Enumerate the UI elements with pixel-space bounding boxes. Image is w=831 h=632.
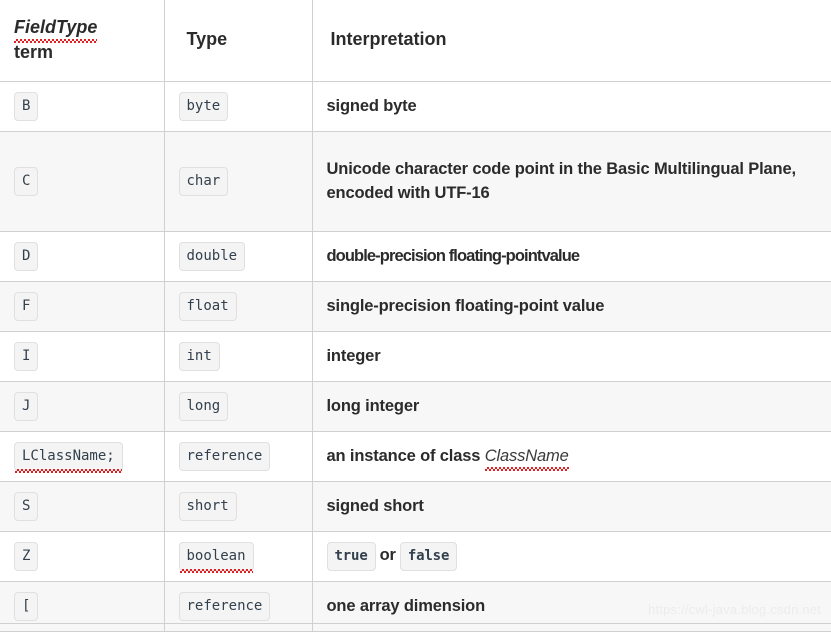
cell-type: boolean (164, 531, 312, 581)
interpretation-text: long integer (327, 397, 420, 415)
fieldtype-term-code: LClassName; (14, 442, 123, 471)
interpretation-conjunction: or (376, 546, 400, 564)
interpretation-prefix: an instance of class (327, 447, 485, 465)
cell-interpretation: integer (312, 331, 831, 381)
table-body: Bbyte signed byte Cchar Unicode character c… (0, 81, 831, 631)
fieldtype-term-code: F (14, 292, 38, 321)
fieldtype-term-code: J (14, 392, 38, 421)
cell-fieldtype-term: B (0, 81, 164, 131)
interpretation-code-true: true (327, 542, 376, 571)
type-code: reference (179, 442, 271, 471)
cell-fieldtype-term: J (0, 381, 164, 431)
cell-interpretation: trueorfalse (312, 531, 831, 581)
cell-interpretation: long integer (312, 381, 831, 431)
interpretation-text: one array dimension (327, 597, 486, 615)
type-code: reference (179, 592, 271, 621)
interpretation-text: trueorfalse (327, 546, 458, 564)
table-row: Iint integer (0, 331, 831, 381)
interpretation-value: single-precision floating-point value (327, 297, 605, 315)
cell-type: short (164, 481, 312, 531)
field-descriptor-table: FieldType term Type Interpretation Bbyte… (0, 0, 831, 632)
table-header-row: FieldType term Type Interpretation (0, 0, 831, 81)
interpretation-text: signed byte (327, 97, 417, 115)
cell-interpretation: signed byte (312, 81, 831, 131)
cell-fieldtype-term: I (0, 331, 164, 381)
fieldtype-term-code: C (14, 167, 38, 196)
type-code: long (179, 392, 229, 421)
interpretation-text: Unicode character code point in the Basi… (327, 160, 796, 202)
interpretation-code-false: false (400, 542, 457, 571)
fieldtype-term-code: I (14, 342, 38, 371)
fieldtype-term-code: [ (14, 592, 38, 621)
type-code: float (179, 292, 237, 321)
column-header-fieldtype-term: FieldType term (0, 0, 164, 81)
interpretation-text: signed short (327, 497, 424, 515)
interpretation-classname-placeholder: ClassName (485, 444, 569, 468)
cell-interpretation: single-precision floating-point value (312, 281, 831, 331)
type-code: boolean (179, 542, 254, 571)
table-row: Bbyte signed byte (0, 81, 831, 131)
fieldtype-term-code: Z (14, 542, 38, 571)
interpretation-value: Unicode character code point in the Basi… (327, 160, 796, 202)
cell-type: float (164, 281, 312, 331)
cell-fieldtype-term: S (0, 481, 164, 531)
cell-type: char (164, 131, 312, 231)
table-header: FieldType term Type Interpretation (0, 0, 831, 81)
fieldtype-term-code: D (14, 242, 38, 271)
interpretation-text: integer (327, 347, 381, 365)
table-row: Cchar Unicode character code point in the… (0, 131, 831, 231)
cell-type: reference (164, 431, 312, 481)
interpretation-value: integer (327, 347, 381, 365)
cell-fieldtype-term: Z (0, 531, 164, 581)
table-row: Zboolean trueorfalse (0, 531, 831, 581)
table-row: Jlong long integer (0, 381, 831, 431)
table-row: Ffloat single-precision floating-point va… (0, 281, 831, 331)
cell-type: long (164, 381, 312, 431)
cell-fieldtype-term: D (0, 231, 164, 281)
type-code: char (179, 167, 229, 196)
interpretation-text: single-precision floating-point value (327, 297, 605, 315)
table-row: Sshort signed short (0, 481, 831, 531)
column-header-fieldtype-label: FieldType (14, 15, 97, 41)
cell-type: double (164, 231, 312, 281)
cell-interpretation: double-precision floating-pointvalue (312, 231, 831, 281)
watermark: https://cwl-java.blog.csdn.net (648, 602, 821, 617)
type-code: byte (179, 92, 229, 121)
type-code: double (179, 242, 246, 271)
column-header-type: Type (164, 0, 312, 81)
interpretation-value: one array dimension (327, 597, 486, 615)
cell-fieldtype-term: LClassName; (0, 431, 164, 481)
cell-fieldtype-term: F (0, 281, 164, 331)
interpretation-value: long integer (327, 397, 420, 415)
table-row: Ddouble double-precision floating-pointva… (0, 231, 831, 281)
table-row: LClassName; reference an instance of class… (0, 431, 831, 481)
cell-fieldtype-term: C (0, 131, 164, 231)
interpretation-text: double-precision floating-pointvalue (327, 247, 580, 265)
cell-type: byte (164, 81, 312, 131)
column-header-term-label: term (14, 40, 150, 66)
column-header-interpretation: Interpretation (312, 0, 831, 81)
interpretation-text: an instance of class ClassName (327, 447, 569, 465)
cell-interpretation: an instance of class ClassName (312, 431, 831, 481)
interpretation-value: double-precision floating-pointvalue (327, 247, 580, 265)
type-code: int (179, 342, 220, 371)
cell-interpretation: Unicode character code point in the Basi… (312, 131, 831, 231)
interpretation-value: signed byte (327, 97, 417, 115)
fieldtype-term-code: B (14, 92, 38, 121)
interpretation-value: signed short (327, 497, 424, 515)
type-code: short (179, 492, 237, 521)
fieldtype-term-code: S (14, 492, 38, 521)
cell-type: int (164, 331, 312, 381)
cell-interpretation: signed short (312, 481, 831, 531)
